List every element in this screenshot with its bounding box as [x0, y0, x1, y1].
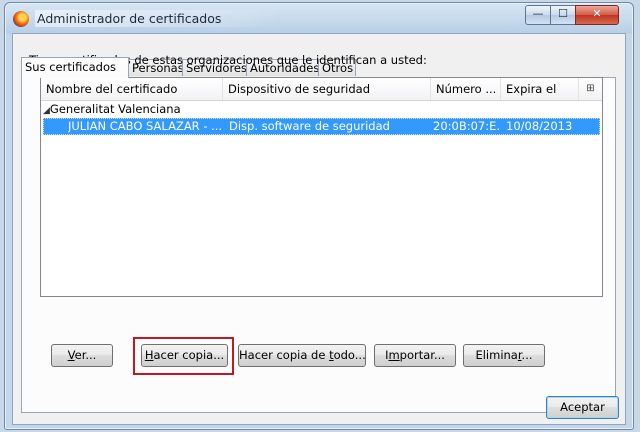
backup-all-label-pre: Hacer copia de [239, 348, 330, 362]
backup-label-post: acer copia... [153, 348, 225, 362]
certificate-row[interactable]: JULIAN CABO SALAZAR - ... Disp. software… [43, 118, 600, 135]
column-picker-icon[interactable]: ⊞ [579, 78, 602, 100]
column-header-serial[interactable]: Número ... [431, 78, 501, 100]
column-header-device[interactable]: Dispositivo de seguridad [223, 78, 431, 100]
certificate-manager-window: Administrador de certificados — ☐ ✕ Sus … [4, 2, 634, 430]
view-label-post: er... [74, 348, 97, 362]
accept-button[interactable]: Aceptar [546, 396, 619, 419]
tab-your-certificates[interactable]: Sus certificados [21, 57, 129, 78]
title-bar[interactable]: Administrador de certificados — ☐ ✕ [5, 3, 633, 33]
backup-all-button[interactable]: Hacer copia de todo... [238, 344, 366, 367]
view-button[interactable]: Ver... [51, 344, 113, 367]
close-button[interactable]: ✕ [575, 5, 619, 25]
backup-button[interactable]: Hacer copia... [141, 344, 228, 367]
import-label-accel: m [388, 348, 400, 362]
tree-header: Nombre del certificado Dispositivo de se… [41, 78, 602, 101]
cell-security-device: Disp. software de seguridad [229, 119, 390, 133]
firefox-icon [13, 11, 29, 27]
maximize-button[interactable]: ☐ [550, 5, 576, 25]
delete-button[interactable]: Eliminar... [463, 344, 545, 367]
cell-serial-number: 20:0B:07:E... [433, 119, 501, 133]
certificate-tree[interactable]: Nombre del certificado Dispositivo de se… [40, 77, 603, 297]
cell-expires-on: 10/08/2013 [506, 119, 573, 133]
cell-certificate-name: JULIAN CABO SALAZAR - ... [68, 119, 222, 133]
delete-label-post: ... [521, 348, 533, 362]
column-header-expires[interactable]: Expira el [501, 78, 579, 100]
import-label-post: portar... [399, 348, 445, 362]
view-label-accel: V [67, 348, 75, 362]
delete-label-pre: Elimina [475, 348, 518, 362]
backup-all-label-post: odo... [333, 348, 366, 362]
expand-triangle-icon[interactable]: ◢ [43, 106, 50, 116]
group-name: Generalitat Valenciana [49, 102, 181, 116]
import-button[interactable]: Importar... [374, 344, 456, 367]
minimize-button[interactable]: — [525, 5, 551, 25]
column-header-name[interactable]: Nombre del certificado [41, 78, 223, 100]
window-title: Administrador de certificados [35, 10, 282, 27]
tree-group-row[interactable]: ◢Generalitat Valenciana [41, 101, 181, 118]
